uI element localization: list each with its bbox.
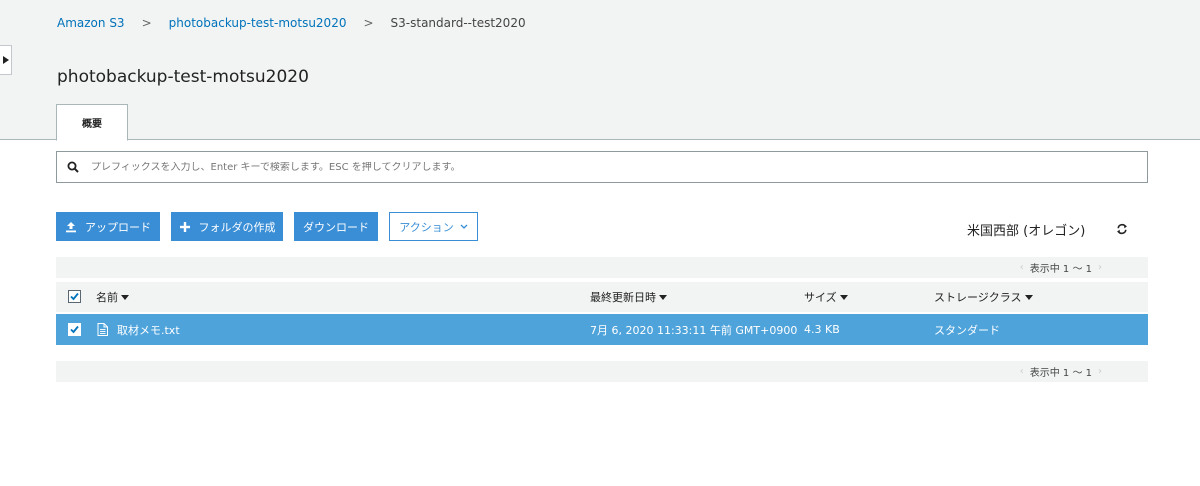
checkmark-icon bbox=[70, 292, 79, 301]
create-folder-button-label: フォルダの作成 bbox=[198, 220, 276, 234]
create-folder-button[interactable]: フォルダの作成 bbox=[171, 212, 283, 241]
sort-caret-icon bbox=[1024, 294, 1033, 300]
chevron-down-icon bbox=[460, 224, 468, 229]
upload-button-label: アップロード bbox=[85, 220, 151, 234]
upload-button[interactable]: アップロード bbox=[56, 212, 160, 241]
search-icon bbox=[67, 161, 79, 173]
breadcrumb-current-folder: S3-standard--test2020 bbox=[390, 16, 526, 30]
column-header-size[interactable]: サイズ bbox=[804, 282, 848, 312]
breadcrumb: Amazon S3 > photobackup-test-motsu2020 >… bbox=[57, 16, 526, 30]
column-header-last-modified-label: 最終更新日時 bbox=[590, 291, 656, 304]
file-name-cell[interactable]: 取材メモ.txt bbox=[97, 314, 180, 345]
search-bar bbox=[56, 151, 1148, 183]
chevron-right-icon[interactable]: › bbox=[1098, 262, 1102, 273]
sort-caret-icon bbox=[839, 294, 848, 300]
pagination-top: ‹ 表示中 1 ～ 1 › bbox=[56, 257, 1148, 278]
actions-dropdown-label: アクション bbox=[399, 220, 454, 234]
file-name: 取材メモ.txt bbox=[117, 323, 180, 337]
table-row[interactable]: 取材メモ.txt 7月 6, 2020 11:33:11 午前 GMT+0900… bbox=[56, 314, 1148, 345]
column-header-storage-class[interactable]: ストレージクラス bbox=[934, 282, 1033, 312]
actions-dropdown[interactable]: アクション bbox=[389, 212, 478, 241]
pagination-info: 表示中 1 ～ 1 bbox=[1029, 368, 1092, 379]
upload-icon bbox=[66, 221, 76, 232]
column-header-size-label: サイズ bbox=[804, 291, 837, 304]
pagination-bottom: ‹ 表示中 1 ～ 1 › bbox=[56, 361, 1148, 382]
chevron-left-icon[interactable]: ‹ bbox=[1020, 262, 1024, 273]
row-checkbox[interactable] bbox=[68, 323, 81, 336]
pagination-info: 表示中 1 ～ 1 bbox=[1029, 264, 1092, 275]
page-title: photobackup-test-motsu2020 bbox=[57, 67, 309, 87]
tab-overview[interactable]: 概要 bbox=[56, 104, 128, 141]
sort-caret-icon bbox=[659, 294, 667, 300]
table-header: 名前 最終更新日時 サイズ ストレージクラス bbox=[56, 282, 1148, 312]
download-button[interactable]: ダウンロード bbox=[294, 212, 378, 241]
breadcrumb-amazon-s3[interactable]: Amazon S3 bbox=[57, 16, 125, 30]
plus-icon bbox=[179, 221, 190, 232]
breadcrumb-separator: > bbox=[363, 16, 374, 30]
last-modified-cell: 7月 6, 2020 11:33:11 午前 GMT+0900 bbox=[590, 323, 798, 337]
checkmark-icon bbox=[70, 325, 79, 334]
search-input[interactable] bbox=[91, 161, 1147, 173]
download-button-label: ダウンロード bbox=[303, 220, 369, 234]
breadcrumb-bucket[interactable]: photobackup-test-motsu2020 bbox=[169, 16, 347, 30]
caret-right-icon bbox=[2, 56, 9, 64]
breadcrumb-separator: > bbox=[141, 16, 152, 30]
sidebar-toggle-button[interactable] bbox=[0, 45, 12, 75]
region-label: 米国西部 (オレゴン) bbox=[967, 224, 1086, 239]
column-header-name-label: 名前 bbox=[96, 291, 118, 304]
select-all-checkbox[interactable] bbox=[68, 290, 81, 303]
column-header-name[interactable]: 名前 bbox=[96, 282, 129, 312]
refresh-icon[interactable] bbox=[1116, 223, 1128, 235]
chevron-right-icon[interactable]: › bbox=[1098, 366, 1102, 377]
chevron-left-icon[interactable]: ‹ bbox=[1020, 366, 1024, 377]
storage-class-cell: スタンダード bbox=[934, 323, 1000, 337]
file-icon bbox=[97, 323, 108, 336]
column-header-last-modified[interactable]: 最終更新日時 bbox=[590, 282, 667, 312]
size-cell: 4.3 KB bbox=[804, 323, 840, 336]
sort-caret-icon bbox=[121, 294, 129, 300]
column-header-storage-class-label: ストレージクラス bbox=[934, 291, 1022, 304]
